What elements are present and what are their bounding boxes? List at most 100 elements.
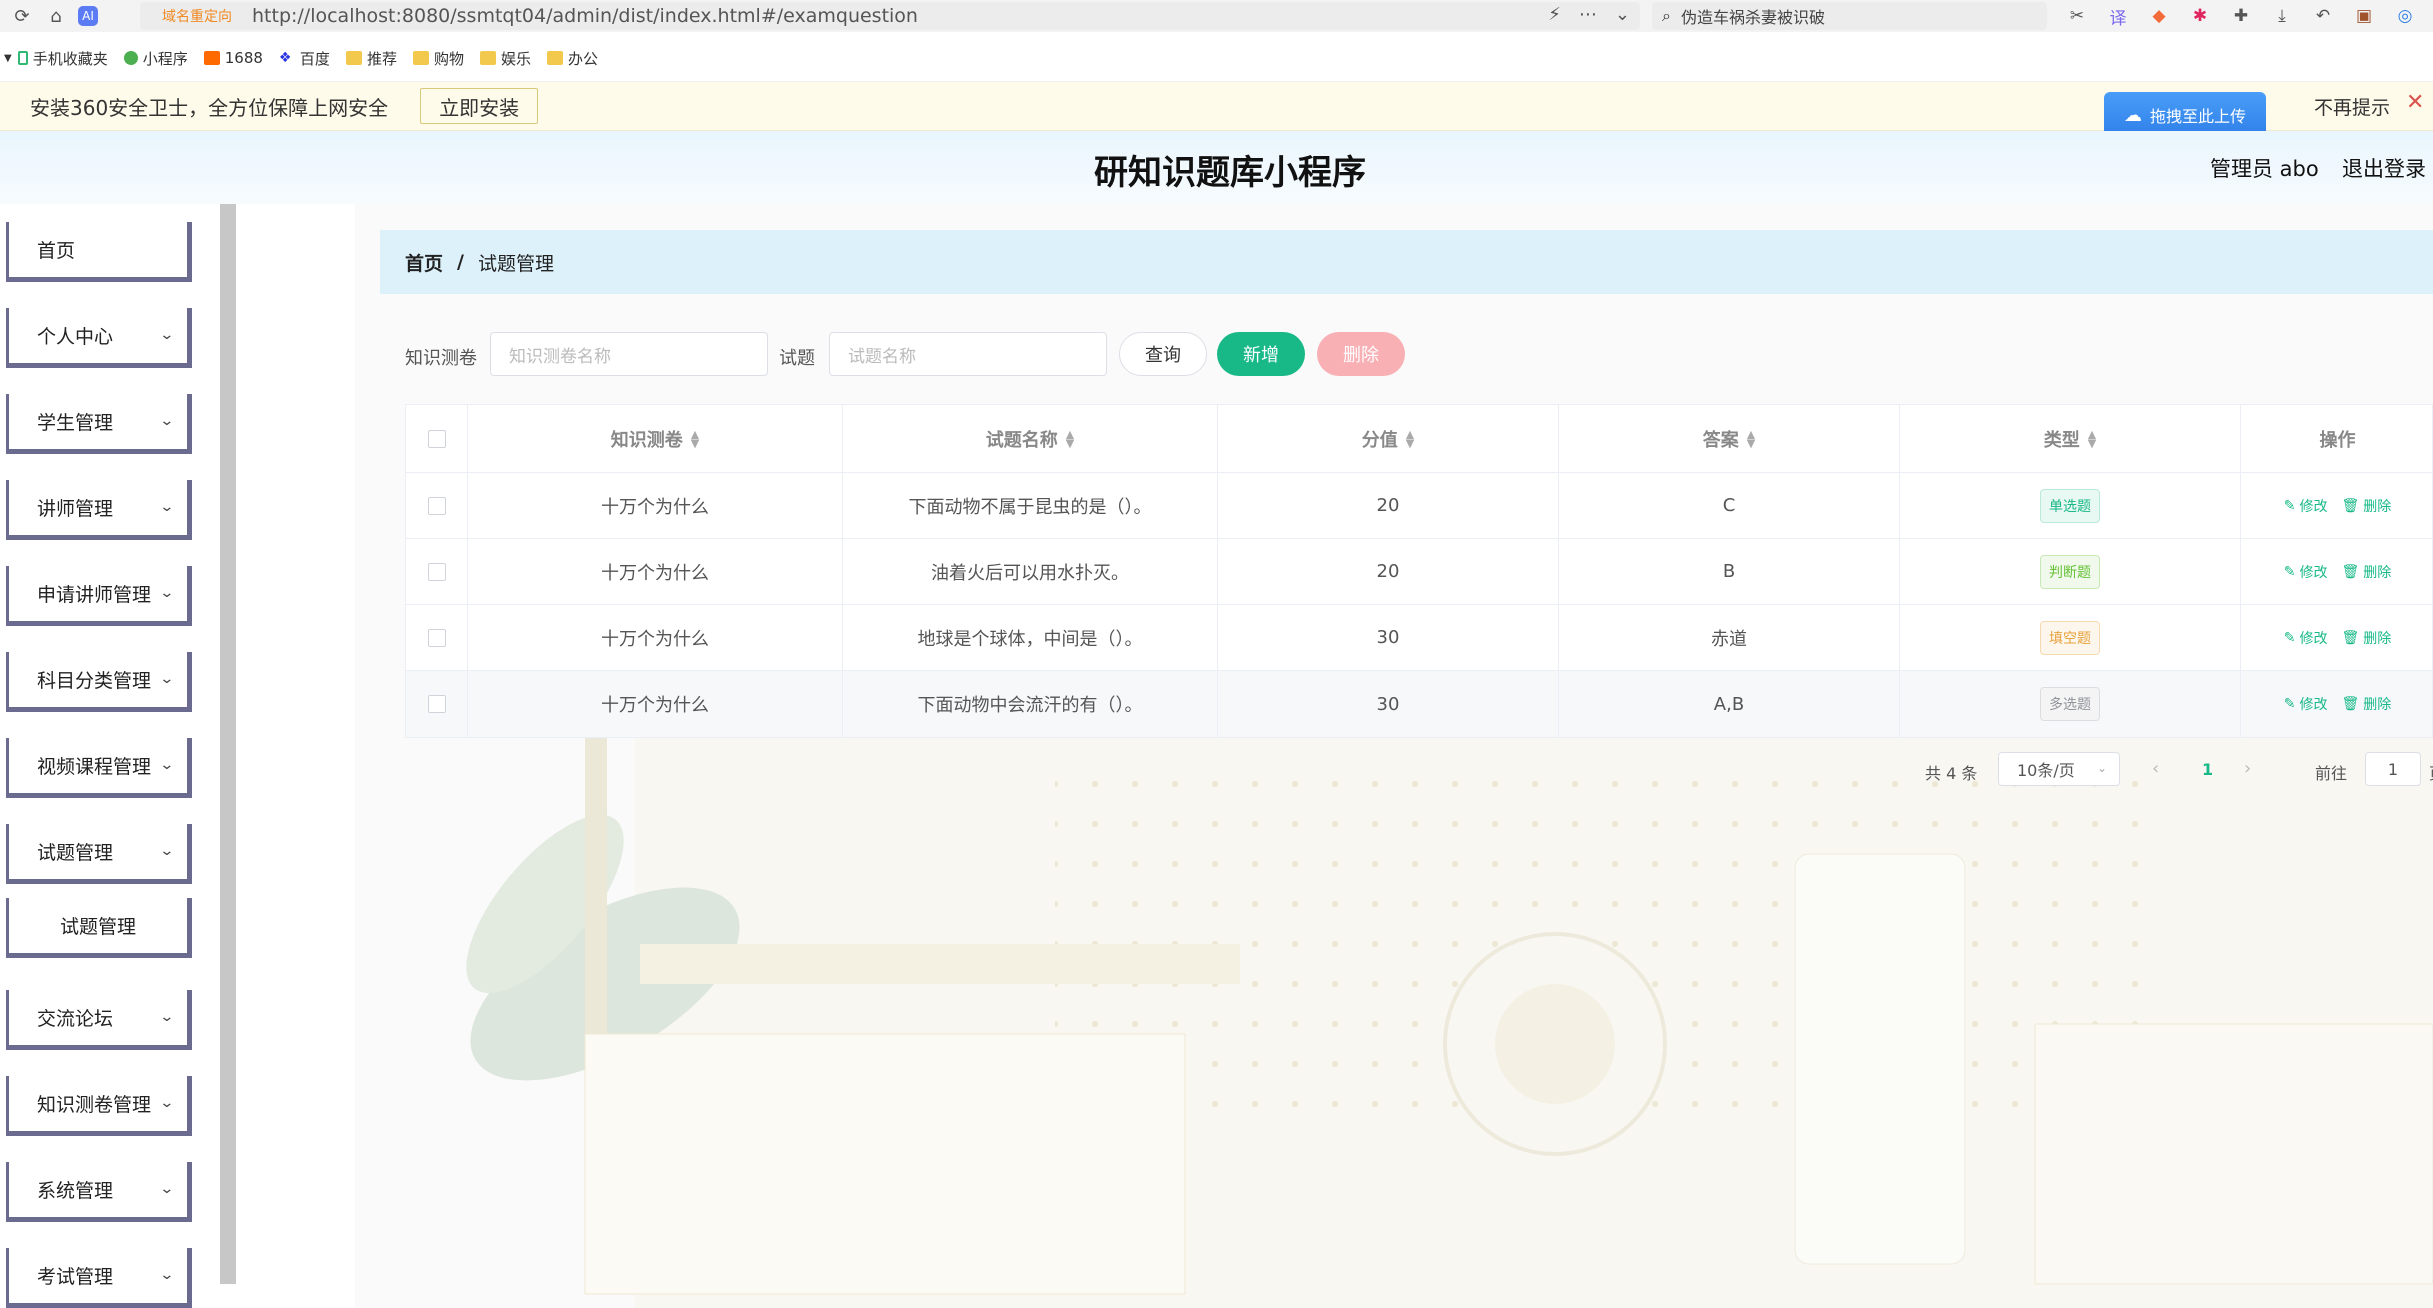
delete-button[interactable]: 🗑 删除 (2341, 562, 2391, 582)
sidebar-item-subject-categories[interactable]: 科目分类管理 ⌄ (6, 652, 192, 712)
install-button[interactable]: 立即安装 (420, 88, 539, 124)
column-header-question[interactable]: 试题名称 ▲ ▼ (843, 405, 1218, 472)
table-row: 十万个为什么 地球是个球体，中间是（）。 30 赤道 填空题 ✎ 修改 🗑 删除 (406, 605, 2432, 671)
url-text[interactable]: http://localhost:8080/ssmtqt04/admin/dis… (252, 5, 918, 27)
edit-label: 修改 (2299, 630, 2328, 647)
paper-search-input[interactable]: 知识测卷名称 (490, 332, 768, 376)
sidebar: 首页 个人中心 ⌄ 学生管理 ⌄ 讲师管理 ⌄ 申请讲师管理 ⌄ 科目分类管理 ⌄ 视频课… (0, 204, 236, 1308)
bookmarks-toggle-icon[interactable]: ▼ (4, 53, 12, 64)
question-table: 知识测卷 ▲ ▼ 试题名称 ▲ ▼ 分值 ▲ ▼ 答案 ▲ ▼ 类型 ▲ ▼ 操作 十万个为什么 下… (405, 404, 2433, 738)
goto-page-input[interactable]: 1 (2365, 752, 2421, 786)
dont-show-again-link[interactable]: 不再提示 (2314, 93, 2390, 120)
row-checkbox[interactable] (427, 628, 446, 647)
edit-button[interactable]: ✎ 修改 (2284, 628, 2328, 648)
bookmark-baidu[interactable]: ❖ 百度 (279, 48, 330, 69)
bookmark-1688[interactable]: 1688 (203, 49, 263, 67)
sidebar-item-exams[interactable]: 考试管理 ⌄ (6, 1248, 192, 1308)
reload-icon[interactable]: ⟳ (10, 4, 34, 28)
delete-button[interactable]: 🗑 删除 (2341, 694, 2391, 714)
puzzle-icon[interactable]: ✚ (2229, 4, 2253, 28)
account-icon[interactable]: ◎ (2393, 4, 2417, 28)
lightning-icon[interactable]: ⚡ (1548, 4, 1561, 25)
column-header-actions: 操作 (2241, 405, 2433, 472)
sort-icon[interactable]: ▲ ▼ (1066, 429, 1074, 449)
next-page-button[interactable]: › (2244, 758, 2251, 779)
sidebar-item-students[interactable]: 学生管理 ⌄ (6, 394, 192, 454)
sidebar-item-quiz-papers[interactable]: 知识测卷管理 ⌄ (6, 1076, 192, 1136)
chevron-down-icon: ⌄ (159, 1181, 175, 1197)
app-header: 研知识题库小程序 管理员 abo 退出登录 (0, 131, 2433, 204)
more-icon[interactable]: ⋯ (1579, 4, 1597, 25)
column-header-label: 分值 (1361, 429, 1398, 451)
sidebar-item-personal-center[interactable]: 个人中心 ⌄ (6, 308, 192, 368)
breadcrumb-home[interactable]: 首页 (405, 249, 443, 276)
page-number-current[interactable]: 1 (2202, 760, 2213, 779)
scissors-icon[interactable]: ✂ (2065, 4, 2089, 28)
column-header-answer[interactable]: 答案 ▲ ▼ (1559, 405, 1900, 472)
sidebar-item-label: 试题管理 (59, 916, 136, 938)
sidebar-item-system[interactable]: 系统管理 ⌄ (6, 1162, 192, 1222)
chevron-down-icon[interactable]: ⌄ (1615, 4, 1630, 25)
add-button[interactable]: 新增 (1217, 332, 1305, 376)
bookmark-office[interactable]: 办公 (546, 48, 598, 69)
sidebar-subitem-question-management[interactable]: 试题管理 (6, 898, 192, 958)
row-checkbox[interactable] (427, 562, 446, 581)
sidebar-item-forum[interactable]: 交流论坛 ⌄ (6, 990, 192, 1050)
select-all-cell (406, 405, 468, 472)
sort-icon[interactable]: ▲ ▼ (2088, 429, 2096, 449)
sidebar-item-label: 首页 (37, 240, 76, 262)
sidebar-item-lecturer-applications[interactable]: 申请讲师管理 ⌄ (6, 566, 192, 626)
bookmark-shopping[interactable]: 购物 (412, 48, 464, 69)
search-suggestion[interactable]: 伪造车祸杀妻被识破 (1681, 4, 1825, 28)
delete-button[interactable]: 🗑 删除 (2341, 496, 2391, 516)
sort-icon[interactable]: ▲ ▼ (1747, 429, 1755, 449)
bookmark-entertainment[interactable]: 娱乐 (479, 48, 531, 69)
chevron-down-icon: ⌄ (159, 1267, 175, 1283)
column-header-score[interactable]: 分值 ▲ ▼ (1218, 405, 1559, 472)
prev-page-button[interactable]: ‹ (2152, 758, 2159, 779)
ai-assistant-icon[interactable]: AI (78, 6, 98, 26)
edit-button[interactable]: ✎ 修改 (2284, 562, 2328, 582)
select-all-checkbox[interactable] (427, 429, 446, 448)
address-bar[interactable]: 域名重定向 http://localhost:8080/ssmtqt04/adm… (140, 2, 1640, 30)
download-icon[interactable]: ⤓ (2270, 4, 2294, 28)
sidebar-item-video-courses[interactable]: 视频课程管理 ⌄ (6, 738, 192, 798)
translate-icon[interactable]: 译 (2106, 4, 2130, 29)
cell-paper: 十万个为什么 (468, 473, 843, 538)
browser-search-box[interactable]: ⌕ 伪造车祸杀妻被识破 (1652, 2, 2047, 30)
close-icon[interactable]: ✕ (2406, 90, 2424, 115)
logout-button[interactable]: 退出登录 (2342, 153, 2426, 183)
briefcase-icon[interactable]: ▣ (2352, 4, 2376, 28)
sidebar-scrollbar[interactable] (220, 204, 236, 1284)
column-header-type[interactable]: 类型 ▲ ▼ (1900, 405, 2241, 472)
sort-icon[interactable]: ▲ ▼ (1406, 429, 1414, 449)
row-checkbox[interactable] (427, 695, 446, 713)
edit-button[interactable]: ✎ 修改 (2284, 496, 2328, 516)
page-size-select[interactable]: 10条/页 ⌄ (1998, 752, 2120, 786)
bookmark-recommend[interactable]: 推荐 (345, 48, 397, 69)
column-header-paper[interactable]: 知识测卷 ▲ ▼ (468, 405, 843, 472)
question-search-input[interactable]: 试题名称 (829, 332, 1107, 376)
sort-icon[interactable]: ▲ ▼ (691, 429, 699, 449)
column-header-label: 知识测卷 (610, 429, 683, 451)
apps-icon[interactable]: ✱ (2188, 4, 2212, 28)
cell-answer: A,B (1559, 671, 1900, 737)
delete-button[interactable]: 🗑 删除 (2341, 628, 2391, 648)
query-button[interactable]: 查询 (1119, 332, 1207, 376)
undo-icon[interactable]: ↶ (2311, 4, 2335, 28)
batch-delete-button[interactable]: 删除 (1317, 332, 1405, 376)
bookmark-miniprogram[interactable]: 小程序 (123, 48, 188, 69)
row-checkbox[interactable] (427, 496, 446, 515)
home-icon[interactable]: ⌂ (44, 4, 68, 28)
pagination-total: 共 4 条 (1925, 764, 1978, 783)
bookmark-mobile[interactable]: 手机收藏夹 (17, 48, 108, 69)
trash-icon: 🗑 (2341, 563, 2360, 580)
sidebar-item-home[interactable]: 首页 (6, 222, 192, 282)
bookmark-label: 购物 (433, 49, 464, 68)
sidebar-item-lecturers[interactable]: 讲师管理 ⌄ (6, 480, 192, 540)
edit-button[interactable]: ✎ 修改 (2284, 694, 2328, 714)
sidebar-item-label: 试题管理 (37, 842, 114, 864)
game-icon[interactable]: ◆ (2147, 4, 2171, 28)
sidebar-item-questions[interactable]: 试题管理 ⌄ (6, 824, 192, 884)
edit-label: 修改 (2299, 498, 2328, 515)
